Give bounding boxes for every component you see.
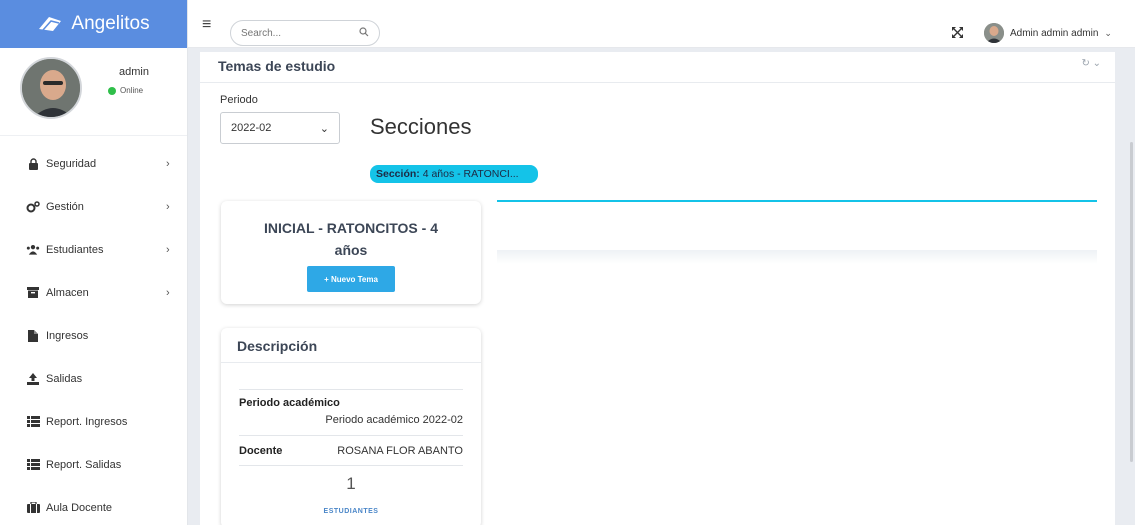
student-count: 1 [346,474,356,493]
sidebar-item-report-salidas[interactable]: Report. Salidas [0,443,187,486]
scrollbar-thumb[interactable] [1130,142,1133,462]
docente-label: Docente [239,445,283,457]
section-tab[interactable]: Sección: 4 años - RATONCI... [370,165,538,183]
tab-content-shadow [497,250,1097,264]
sidebar-item-estudiantes[interactable]: Estudiantes › [0,228,187,271]
user-status: Online [108,86,143,95]
new-topic-button[interactable]: + Nuevo Tema [307,266,395,292]
page-title: Temas de estudio [218,58,336,74]
sidebar-item-label: Seguridad [46,157,97,170]
sidebar-item-label: Aula Docente [46,501,113,514]
brand-name: Angelitos [71,13,150,34]
chevron-right-icon: › [166,286,170,299]
search-input[interactable] [241,27,341,39]
periodo-academico-value: Periodo académico 2022-02 [325,414,463,426]
brand-logo-icon [39,17,62,31]
chevron-down-icon: ⌄ [1104,27,1112,38]
sidebar-item-label: Ingresos [46,329,89,342]
archive-icon [26,286,40,300]
fullscreen-icon[interactable] [952,26,963,41]
file-icon [26,329,40,343]
periodo-select[interactable]: 2022-02 ⌄ [220,112,340,144]
panel-tools: ↻ ⌄ [1081,58,1101,69]
sidebar-item-label: Salidas [46,372,83,385]
refresh-icon[interactable]: ↻ [1081,58,1089,69]
sidebar-item-label: Report. Salidas [46,458,122,471]
description-card: Descripción Periodo académico Periodo ac… [221,328,481,525]
sidebar-menu: Seguridad › Gestión › Estudiantes › Alma… [0,136,187,525]
avatar [984,23,1004,43]
main-content: Temas de estudio ↻ ⌄ Periodo 2022-02 ⌄ S… [200,52,1115,525]
tab-underline [497,200,1097,202]
user-panel: admin Online [0,48,187,136]
docente-value: ROSANA FLOR ABANTO [337,445,463,457]
lock-icon [26,157,40,171]
search-box[interactable] [230,20,380,46]
topbar: ≡ Admin admin admin ⌄ [188,0,1135,48]
periodo-select-value: 2022-02 [231,122,272,134]
section-tab-label: Sección: [376,168,420,180]
periodo-academico-label: Periodo académico [239,397,340,409]
row-divider [239,389,463,390]
user-name: admin [119,66,149,78]
description-divider [221,362,481,363]
user-menu[interactable]: Admin admin admin ⌄ [984,23,1112,43]
sidebar-item-salidas[interactable]: Salidas [0,357,187,400]
sidebar-item-almacen[interactable]: Almacen › [0,271,187,314]
sidebar-item-label: Gestión [46,200,84,213]
menu-toggle-icon[interactable]: ≡ [202,16,211,34]
title-divider [200,82,1115,83]
sidebar-item-seguridad[interactable]: Seguridad › [0,142,187,185]
online-dot-icon [108,86,116,95]
student-count-label: ESTUDIANTES [323,508,379,515]
sidebar-item-report-ingresos[interactable]: Report. Ingresos [0,400,187,443]
briefcase-icon [26,501,40,515]
course-title: INICIAL - RATONCITOS - 4 años [264,220,438,258]
sidebar-item-aula-docente[interactable]: Aula Docente [0,486,187,525]
chevron-right-icon: › [166,200,170,213]
list-icon [26,415,40,429]
collapse-chevron-icon[interactable]: ⌄ [1093,58,1101,69]
sidebar-item-label: Almacen [46,286,89,299]
chevron-right-icon: › [166,243,170,256]
user-status-text: Online [120,86,144,95]
sidebar-item-label: Estudiantes [46,243,104,256]
course-card: INICIAL - RATONCITOS - 4 años + Nuevo Te… [221,201,481,304]
list-icon [26,458,40,472]
user-menu-label: Admin admin admin [1010,27,1099,39]
search-icon[interactable] [359,27,369,40]
sidebar-item-label: Report. Ingresos [46,415,128,428]
cogs-icon [26,200,40,214]
chevron-down-icon: ⌄ [319,122,329,135]
description-heading: Descripción [237,338,318,354]
avatar [20,57,82,119]
secciones-heading: Secciones [370,114,472,139]
brand-header[interactable]: Angelitos [0,0,187,48]
scrollbar-track[interactable] [1115,52,1135,525]
sidebar-item-ingresos[interactable]: Ingresos [0,314,187,357]
sidebar-item-gestion[interactable]: Gestión › [0,185,187,228]
section-tab-value: 4 años - RATONCI... [422,168,519,180]
chevron-right-icon: › [166,157,170,170]
sidebar: Angelitos admin Online Seguridad › Gesti… [0,0,188,525]
row-divider [239,435,463,436]
periodo-label: Periodo [220,94,258,106]
upload-icon [26,372,40,386]
users-icon [26,243,40,257]
row-divider [239,465,463,466]
